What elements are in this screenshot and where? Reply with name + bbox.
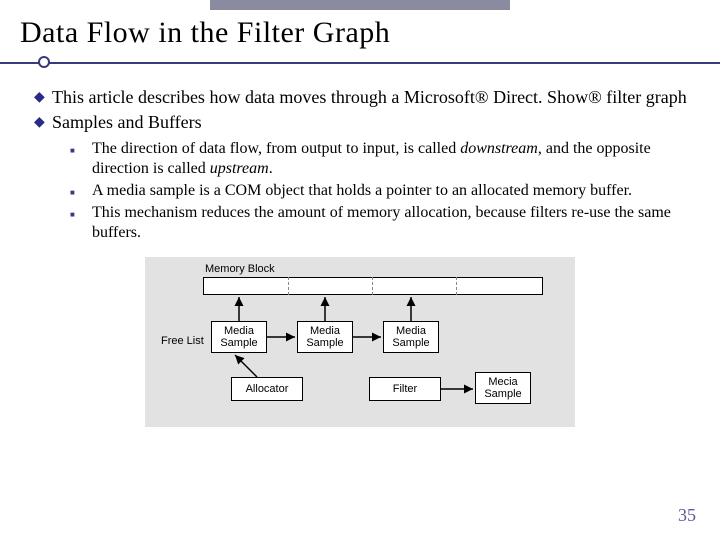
sub1-post: . (269, 160, 273, 177)
bullet-2: ◆ Samples and Buffers (34, 111, 700, 134)
sub-bullet-2: ■ A media sample is a COM object that ho… (70, 181, 700, 201)
b1-part-a: This article describes how data moves th… (52, 87, 475, 107)
sub-bullets: ■ The direction of data flow, from outpu… (70, 139, 700, 243)
b1-reg2: ® (588, 87, 602, 107)
underline-line (0, 62, 720, 64)
title-underline (20, 56, 700, 70)
top-accent-bar (210, 0, 510, 10)
underline-dot (38, 56, 50, 68)
sub1-em2: upstream (210, 160, 269, 177)
diagram-arrows (145, 257, 575, 427)
sub-bullet-3: ■ This mechanism reduces the amount of m… (70, 203, 700, 243)
page-number: 35 (678, 505, 696, 526)
sub-bullet-1: ■ The direction of data flow, from outpu… (70, 139, 700, 179)
diamond-icon: ◆ (34, 111, 52, 134)
b1-reg1: ® (475, 87, 489, 107)
diamond-icon: ◆ (34, 86, 52, 109)
sub1-em1: downstream (460, 140, 538, 157)
sub3-text: This mechanism reduces the amount of mem… (92, 203, 700, 243)
square-icon: ■ (70, 139, 92, 179)
slide: Data Flow in the Filter Graph ◆ This art… (0, 0, 720, 540)
bullet-1: ◆ This article describes how data moves … (34, 86, 700, 109)
square-icon: ■ (70, 203, 92, 243)
sub1-pre: The direction of data flow, from output … (92, 140, 460, 157)
diagram: Memory Block Free List Media Sample Medi… (145, 257, 575, 427)
content-area: ◆ This article describes how data moves … (20, 86, 700, 427)
b1-part-c: filter graph (602, 87, 687, 107)
b1-part-b: Direct. Show (489, 87, 588, 107)
bullet-2-text: Samples and Buffers (52, 111, 700, 134)
bullet-1-text: This article describes how data moves th… (52, 86, 700, 109)
square-icon: ■ (70, 181, 92, 201)
sub2-text: A media sample is a COM object that hold… (92, 181, 700, 201)
sub1-text: The direction of data flow, from output … (92, 139, 700, 179)
